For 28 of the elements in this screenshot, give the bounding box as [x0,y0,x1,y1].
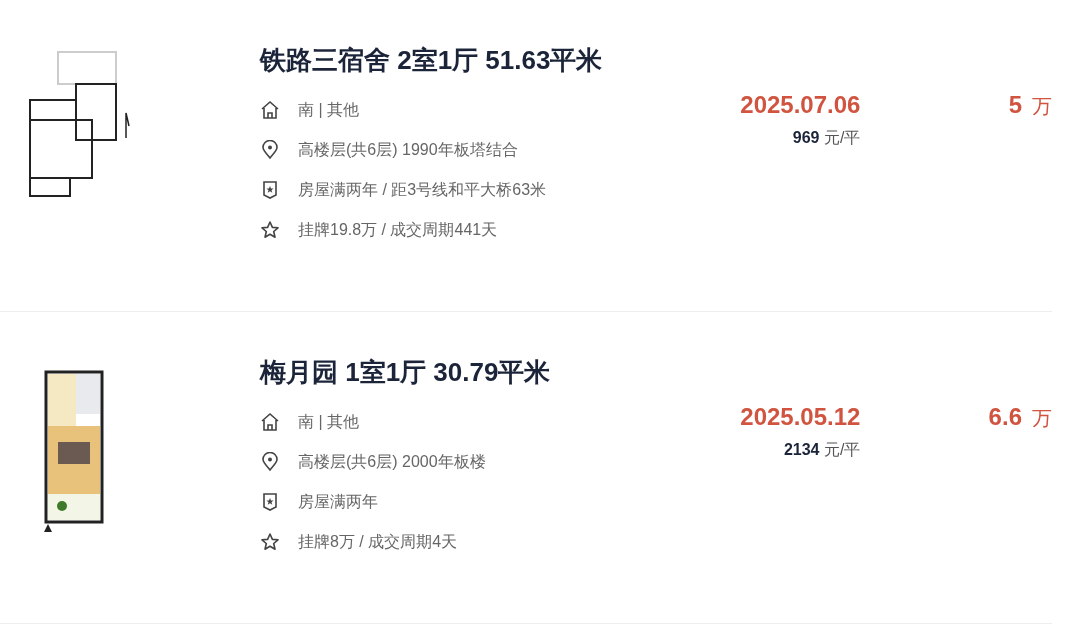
info-text: 挂牌19.8万 / 成交周期441天 [298,220,498,240]
unit-price: 969 [792,129,820,146]
total-price-unit: 万 [1032,407,1052,429]
info-text: 房屋满两年 [298,492,378,512]
total-price: 5 [1008,91,1022,118]
location-pin-icon [260,140,280,160]
listing-title[interactable]: 铁路三宿舍 2室1厅 51.63平米 [260,38,620,82]
location-pin-icon [260,452,280,472]
info-text: 南 | 其他 [298,412,360,432]
unit-price-unit: 元/平 [823,441,861,458]
star-icon [260,532,280,552]
star-icon [260,220,280,240]
info-text: 房屋满两年 / 距3号线和平大桥63米 [298,180,547,200]
info-text: 高楼层(共6层) 2000年板楼 [298,452,486,472]
deal-date: 2025.05.12 [739,402,861,432]
total-price: 6.6 [988,403,1022,430]
info-text: 高楼层(共6层) 1990年板塔结合 [298,140,518,160]
listing-title[interactable]: 梅月园 1室1厅 30.79平米 [260,350,620,394]
house-icon [260,412,280,432]
deal-date: 2025.07.06 [739,90,861,120]
info-text: 南 | 其他 [298,100,360,120]
shield-star-icon [260,492,280,512]
house-icon [260,100,280,120]
info-text: 挂牌8万 / 成交周期4天 [298,532,458,552]
unit-price: 2134 [783,441,820,458]
shield-star-icon [260,180,280,200]
unit-price-unit: 元/平 [823,129,861,146]
total-price-unit: 万 [1032,95,1052,117]
